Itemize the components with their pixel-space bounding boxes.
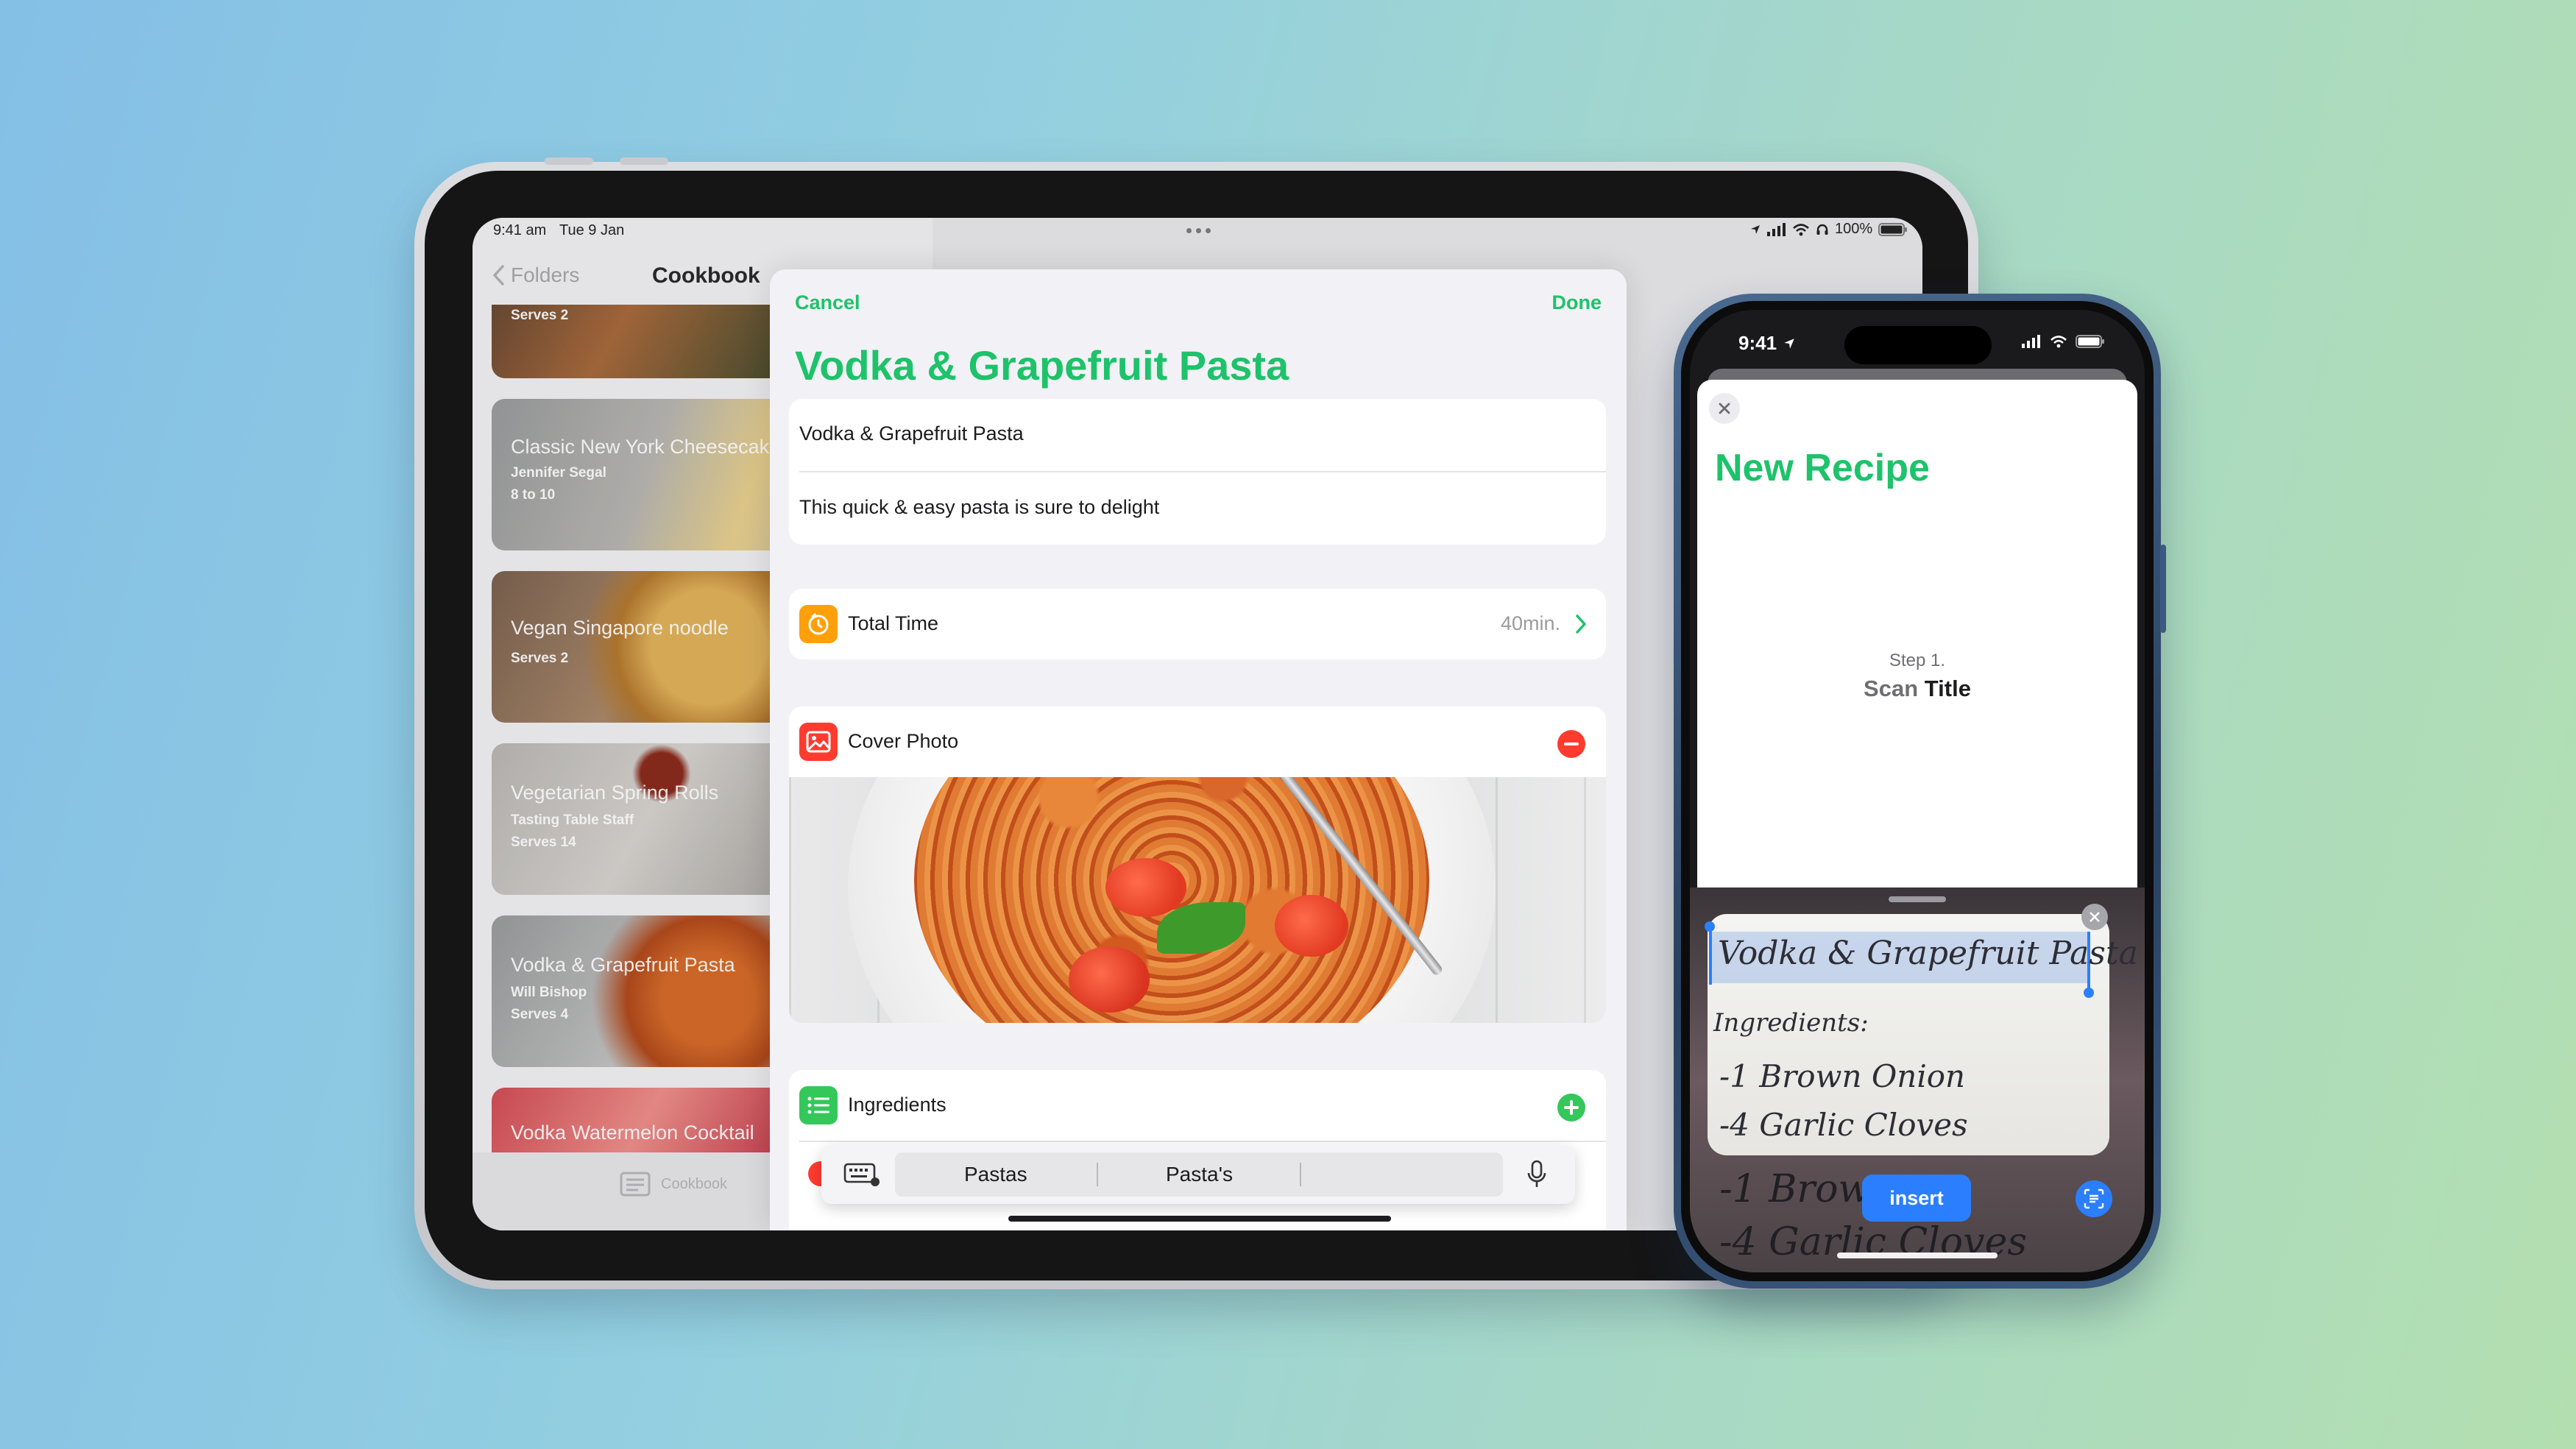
status-time: 9:41 am <box>493 222 547 238</box>
status-date: Tue 9 Jan <box>559 222 625 238</box>
add-ingredient-button[interactable] <box>1557 1094 1585 1122</box>
suggestion-1[interactable]: Pastas <box>964 1163 1027 1186</box>
home-indicator <box>1837 1253 1998 1258</box>
chevron-right-icon <box>1576 614 1586 634</box>
row-divider <box>799 1141 1606 1142</box>
keyboard-shortcut-bar: Pastas Pasta's <box>821 1145 1575 1204</box>
photo-icon <box>799 723 838 761</box>
scanned-item: -4 Garlic Cloves <box>1719 1107 1968 1143</box>
remove-photo-button[interactable] <box>1557 730 1585 758</box>
cellular-signal-icon <box>2022 335 2040 348</box>
multitasking-dots[interactable] <box>1186 228 1211 233</box>
total-time-value: 40min. <box>1500 612 1560 634</box>
timer-icon <box>799 605 838 643</box>
close-button[interactable] <box>1709 393 1740 424</box>
status-time: 9:41 <box>1738 332 1777 354</box>
ipad-top-button <box>545 157 593 165</box>
camera-viewfinder[interactable]: -1 Brown -4 Garlic Cloves Vodka & Grapef… <box>1690 888 2145 1272</box>
scan-instruction: Scan Title <box>1697 676 2137 702</box>
recipe-name-field[interactable]: Vodka & Grapefruit Pasta <box>799 422 1024 445</box>
wifi-icon <box>1793 223 1809 235</box>
tomato <box>1105 858 1186 917</box>
wifi-icon <box>2050 336 2067 348</box>
dismiss-scan-button[interactable] <box>2081 904 2108 930</box>
iphone-screen: 9:41 New Recipe Step 1. Scan Title -1 Br… <box>1690 310 2145 1272</box>
scanned-title-line: Vodka & Grapefruit Pasta <box>1718 935 2138 972</box>
close-icon <box>2090 912 2100 922</box>
close-icon <box>1719 403 1730 414</box>
cover-photo-image[interactable] <box>789 777 1606 1023</box>
cellular-signal-icon <box>1767 222 1786 236</box>
tomato <box>1275 895 1348 957</box>
edit-recipe-sheet: Cancel Done Vodka & Grapefruit Pasta Vod… <box>770 269 1627 1230</box>
battery-icon <box>1878 222 1908 236</box>
iphone-status-icons <box>2021 335 2105 348</box>
list-icon <box>799 1086 838 1124</box>
suggestion-divider <box>1300 1163 1301 1186</box>
suggestion-divider <box>1097 1163 1098 1186</box>
battery-percent: 100% <box>1835 221 1873 237</box>
suggestions-pill: Pastas Pasta's <box>895 1152 1503 1197</box>
details-group: Vodka & Grapefruit Pasta This quick & ea… <box>789 399 1606 545</box>
step-label: Step 1. <box>1889 651 1946 670</box>
keyboard-icon[interactable] <box>843 1163 880 1186</box>
suggestion-2[interactable]: Pasta's <box>1166 1163 1233 1186</box>
microphone-icon[interactable] <box>1526 1160 1547 1189</box>
status-icons: 100% <box>1749 221 1908 238</box>
row-divider <box>799 471 1606 472</box>
headphones-icon <box>1816 224 1828 235</box>
total-time-row[interactable]: Total Time 40min. <box>789 589 1606 659</box>
live-text-button[interactable] <box>2076 1180 2112 1217</box>
iphone-status-time: 9:41 <box>1738 332 1796 355</box>
iphone-side-button <box>2160 545 2166 633</box>
cover-photo-group: Cover Photo <box>789 706 1606 1023</box>
tomato <box>1069 946 1150 1013</box>
scan-word: Scan <box>1864 676 1919 701</box>
sheet-title: Vodka & Grapefruit Pasta <box>795 342 1289 389</box>
new-recipe-sheet: New Recipe Step 1. Scan Title <box>1697 380 2137 888</box>
ipad-top-button-2 <box>620 157 668 165</box>
ingredients-label: Ingredients <box>848 1094 946 1116</box>
insert-label: insert <box>1889 1186 1944 1209</box>
cover-photo-label: Cover Photo <box>848 730 959 752</box>
new-recipe-title: New Recipe <box>1715 447 1930 489</box>
dynamic-island <box>1844 326 1992 364</box>
plus-icon <box>1564 1100 1579 1115</box>
battery-icon <box>2076 335 2104 348</box>
total-time-label: Total Time <box>848 612 939 634</box>
scan-target: Title <box>1924 676 1971 701</box>
scanned-ingredients-header: Ingredients: <box>1713 1008 1869 1038</box>
text-scan-icon <box>2084 1188 2104 1209</box>
selection-handle-end-knob[interactable] <box>2084 988 2094 998</box>
insert-button[interactable]: insert <box>1862 1175 1971 1222</box>
scanned-item: -1 Brown Onion <box>1719 1058 1966 1094</box>
selection-handle-start[interactable] <box>1709 926 1712 985</box>
recipe-description-field[interactable]: This quick & easy pasta is sure to delig… <box>799 496 1159 519</box>
home-indicator <box>1008 1216 1391 1222</box>
selection-handle-start-knob[interactable] <box>1705 921 1715 932</box>
drag-handle[interactable] <box>1889 896 1946 902</box>
done-button[interactable]: Done <box>1552 291 1602 314</box>
location-icon <box>1751 224 1760 234</box>
cancel-button[interactable]: Cancel <box>795 291 860 314</box>
scanned-text-card: Vodka & Grapefruit Pasta Ingredients: -1… <box>1705 914 2138 1155</box>
minus-icon <box>1564 743 1579 745</box>
location-icon <box>1784 338 1794 349</box>
